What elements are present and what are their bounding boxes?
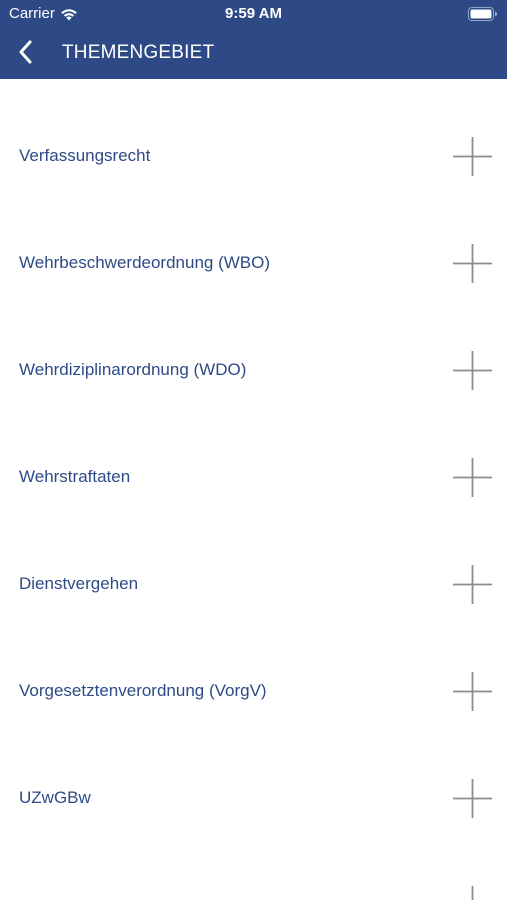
topic-item-verfassungsrecht[interactable]: Verfassungsrecht — [0, 79, 507, 186]
plus-icon[interactable] — [453, 137, 492, 176]
chevron-left-icon — [19, 40, 32, 64]
topic-item-wdo[interactable]: Wehrdiziplinarordnung (WDO) — [0, 293, 507, 400]
plus-icon[interactable] — [453, 672, 492, 711]
status-bar: Carrier 9:59 AM — [0, 0, 507, 28]
topic-label: Verfassungsrecht — [19, 146, 151, 165]
plus-icon[interactable] — [453, 565, 492, 604]
topic-label: Wehrdiziplinarordnung (WDO) — [19, 360, 247, 379]
topic-item-wehrstraftaten[interactable]: Wehrstraftaten — [0, 400, 507, 507]
screen: Carrier 9:59 AM THEMENGEBIET Verfassungs… — [0, 0, 507, 900]
plus-icon[interactable] — [453, 351, 492, 390]
plus-icon[interactable] — [453, 779, 492, 818]
topic-list: Verfassungsrecht Wehrbeschwerdeordnung (… — [0, 79, 507, 900]
status-time: 9:59 AM — [225, 5, 282, 22]
topic-item-dienstvergehen[interactable]: Dienstvergehen — [0, 507, 507, 614]
topic-label: Dienstvergehen — [19, 574, 139, 593]
topic-item-uzwgbw[interactable]: UZwGBw — [0, 721, 507, 828]
topic-label: UZwGBw — [19, 788, 91, 807]
battery-icon — [468, 7, 498, 21]
topic-item-partial[interactable] — [0, 828, 507, 900]
back-button[interactable] — [10, 36, 42, 68]
plus-icon[interactable] — [453, 244, 492, 283]
topic-label: Vorgesetztenverordnung (VorgV) — [19, 681, 267, 700]
header: Carrier 9:59 AM THEMENGEBIET — [0, 0, 507, 79]
page-title: THEMENGEBIET — [62, 42, 215, 63]
plus-icon[interactable] — [453, 886, 492, 900]
topic-label: Wehrstraftaten — [19, 467, 131, 486]
topic-item-vorgv[interactable]: Vorgesetztenverordnung (VorgV) — [0, 614, 507, 721]
plus-icon[interactable] — [453, 458, 492, 497]
navigation-bar: THEMENGEBIET — [0, 28, 507, 79]
topic-label: Wehrbeschwerdeordnung (WBO) — [19, 253, 271, 272]
topic-item-wbo[interactable]: Wehrbeschwerdeordnung (WBO) — [0, 186, 507, 293]
